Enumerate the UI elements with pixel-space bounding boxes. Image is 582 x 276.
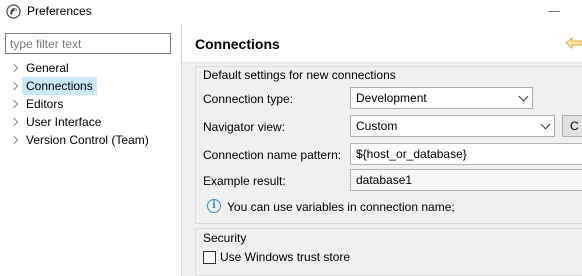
minimize-button[interactable]	[548, 11, 560, 12]
example-result-label: Example result:	[203, 174, 286, 188]
name-pattern-value: ${host_or_database}	[356, 147, 467, 161]
title-bar: Preferences	[0, 0, 582, 24]
tree-item-editors[interactable]: Editors	[0, 95, 181, 113]
security-group-title: Security	[203, 231, 247, 245]
navigator-view-value: Custom	[356, 119, 398, 133]
tree-item-user-interface[interactable]: User Interface	[0, 113, 181, 131]
tree-item-label: User Interface	[26, 115, 102, 129]
filter-input[interactable]	[5, 33, 171, 54]
page-title: Connections	[195, 36, 280, 52]
header-separator	[182, 62, 582, 63]
navigator-view-select[interactable]: Custom	[350, 115, 555, 137]
name-pattern-input[interactable]: ${host_or_database}	[350, 143, 582, 165]
tree-item-general[interactable]: General	[0, 59, 181, 77]
connection-type-select[interactable]: Development	[350, 87, 533, 109]
chevron-right-icon[interactable]	[10, 131, 18, 149]
example-result-field: database1	[350, 169, 582, 191]
preferences-nav-pane: General Connections Editors User Interfa…	[0, 24, 181, 276]
defaults-group-title: Default settings for new connections	[203, 68, 396, 82]
tree-item-label: Version Control (Team)	[26, 133, 149, 147]
page-header: Connections	[182, 24, 582, 62]
chevron-right-icon[interactable]	[10, 95, 18, 113]
chevron-right-icon[interactable]	[10, 113, 18, 131]
customize-button-label: C	[570, 119, 579, 133]
tree-item-label: Editors	[26, 97, 64, 111]
chevron-down-icon	[520, 93, 526, 99]
chevron-right-icon[interactable]	[10, 59, 18, 77]
name-pattern-label: Connection name pattern:	[203, 148, 342, 162]
connection-type-label: Connection type:	[203, 92, 294, 106]
chevron-down-icon	[542, 121, 548, 127]
tree-item-connections[interactable]: Connections	[0, 77, 181, 95]
tree-item-label: Connections	[22, 77, 97, 95]
navigator-view-label: Navigator view:	[203, 120, 286, 134]
app-icon	[6, 4, 21, 19]
window-title: Preferences	[27, 4, 92, 18]
example-result-value: database1	[356, 173, 413, 187]
connection-type-value: Development	[356, 91, 427, 105]
chevron-right-icon[interactable]	[10, 77, 18, 95]
back-arrow-icon[interactable]	[565, 37, 582, 49]
preferences-tree: General Connections Editors User Interfa…	[0, 59, 181, 149]
info-icon: i	[207, 199, 221, 213]
info-text: You can use variables in connection name…	[227, 200, 455, 214]
tree-item-label: General	[26, 61, 69, 75]
preference-page: Connections Default settings for new con…	[182, 24, 582, 276]
trust-store-checkbox[interactable]	[203, 251, 216, 264]
navigator-view-customize-button[interactable]: C	[562, 115, 582, 137]
trust-store-label[interactable]: Use Windows trust store	[220, 250, 350, 264]
tree-item-version-control[interactable]: Version Control (Team)	[0, 131, 181, 149]
